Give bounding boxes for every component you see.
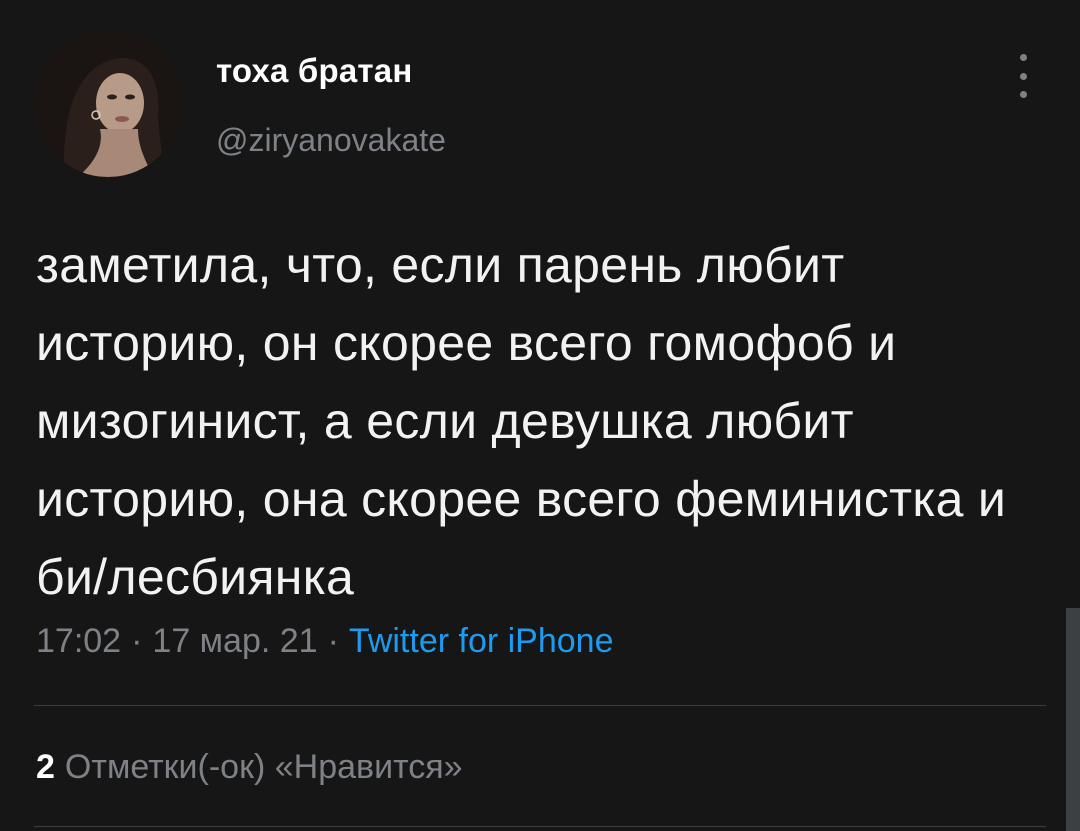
tweet-detail-view: тоха братан @ziryanovakate заметила, что… (0, 0, 1080, 831)
scrollbar[interactable] (1066, 608, 1080, 831)
user-handle[interactable]: @ziryanovakate (216, 122, 446, 159)
display-name[interactable]: тоха братан (216, 52, 412, 90)
menu-dot (1019, 72, 1027, 80)
menu-dot (1019, 54, 1027, 61)
tweet-text: заметила, что, если парень любит историю… (36, 237, 1007, 605)
tweet-source-link[interactable]: Twitter for iPhone (349, 622, 614, 660)
tweet-date: 17 мар. 21 (152, 622, 318, 660)
tweet-time: 17:02 (36, 622, 122, 660)
menu-dot (1019, 91, 1027, 98)
likes-stat[interactable]: 2 Отметки(-ок) «Нравится» (36, 748, 463, 787)
avatar[interactable] (34, 29, 182, 177)
divider (34, 826, 1046, 827)
divider (34, 705, 1046, 706)
likes-label: Отметки(-ок) «Нравится» (64, 748, 463, 786)
profile-photo-icon (34, 29, 182, 177)
likes-count: 2 (36, 748, 55, 786)
more-options-icon[interactable] (1008, 54, 1038, 98)
separator: · (131, 622, 143, 660)
separator: · (327, 622, 339, 660)
tweet-metadata: 17:02 · 17 мар. 21 · Twitter for iPhone (36, 622, 613, 661)
